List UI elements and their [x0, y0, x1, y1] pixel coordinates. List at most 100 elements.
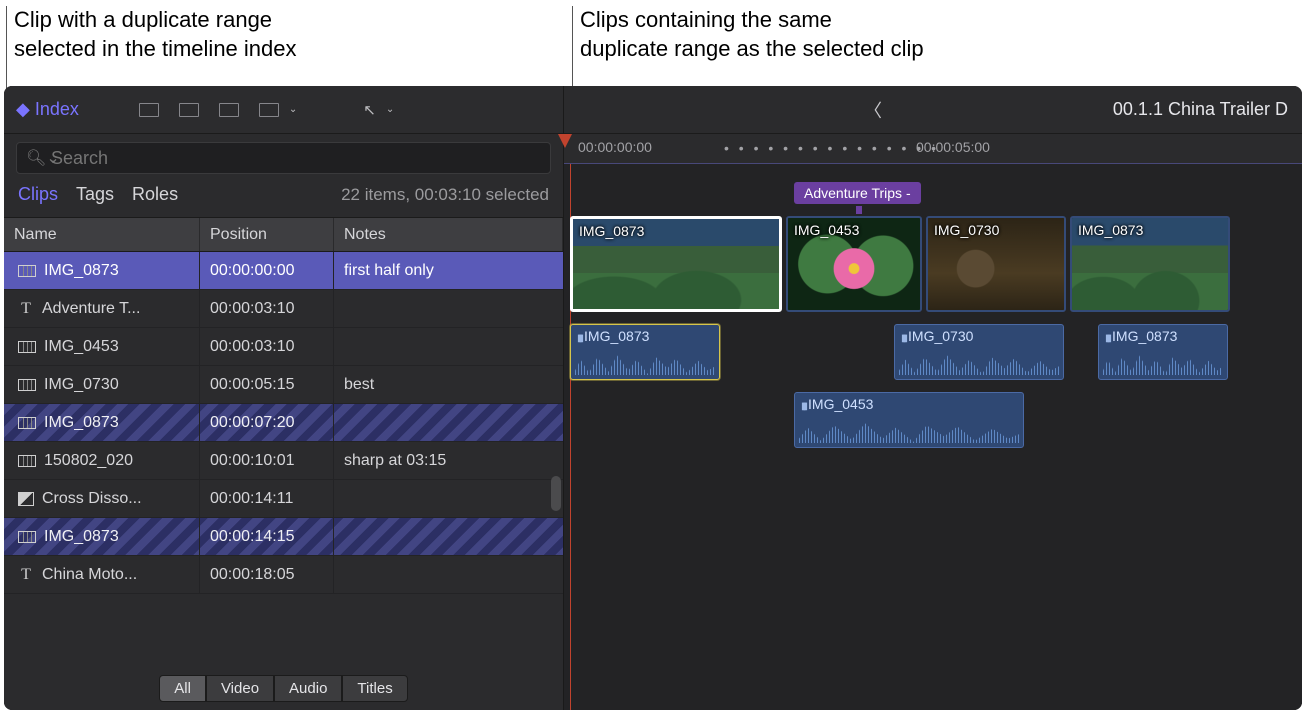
table-row[interactable]: IMG_0730 00:00:05:15 best: [4, 366, 563, 404]
clip-name: IMG_0873: [44, 262, 119, 280]
clip-icon: [18, 265, 36, 277]
clip-label: IMG_0873: [1078, 222, 1143, 238]
table-row[interactable]: IMG_0873 00:00:14:15: [4, 518, 563, 556]
clip-name: IMG_0453: [44, 338, 119, 356]
table-row[interactable]: IMG_0873 00:00:00:00 first half only: [4, 252, 563, 290]
connected-title-clip[interactable]: Adventure Trips -: [794, 182, 921, 204]
audio-clip-label: IMG_0873: [1105, 328, 1177, 344]
table-row[interactable]: T Adventure T... 00:00:03:10: [4, 290, 563, 328]
audio-clip-label: IMG_0873: [577, 328, 649, 344]
clip-position: 00:00:14:11: [210, 490, 293, 508]
select-tool-icon[interactable]: ↖: [363, 101, 376, 119]
timeline-body[interactable]: Adventure Trips - IMG_0873 IMG_0453 IMG_07…: [564, 164, 1302, 710]
clip-notes: best: [344, 376, 374, 394]
tab-roles[interactable]: Roles: [132, 184, 178, 205]
primary-storyline: IMG_0873 IMG_0453 IMG_0730 IMG_0873: [570, 216, 1302, 312]
clip-icon: [18, 531, 36, 543]
table-row[interactable]: T China Moto... 00:00:18:05: [4, 556, 563, 594]
search-input[interactable]: [16, 142, 551, 174]
clip-name: Adventure T...: [42, 300, 140, 318]
filter-audio[interactable]: Audio: [274, 675, 342, 702]
audio-clip[interactable]: IMG_0873: [1098, 324, 1228, 380]
clip-position: 00:00:00:00: [210, 262, 295, 280]
callout-right: Clips containing the same duplicate rang…: [580, 6, 924, 63]
overwrite-clip-icon[interactable]: [259, 103, 279, 117]
chevron-down-icon[interactable]: ⌄: [289, 104, 297, 115]
waveform-icon: [799, 421, 1019, 443]
clip-icon: [18, 341, 36, 353]
audio-clip-label: IMG_0453: [801, 396, 873, 412]
insert-clip-icon[interactable]: [179, 103, 199, 117]
col-name[interactable]: Name: [4, 218, 200, 251]
ruler-tick: 00:00:05:00: [916, 139, 990, 155]
video-clip[interactable]: IMG_0730: [926, 216, 1066, 312]
back-arrow-icon[interactable]: 〈: [864, 97, 882, 123]
waveform-icon: [1103, 353, 1223, 375]
clip-name: IMG_0730: [44, 376, 119, 394]
index-button[interactable]: ◆ Index: [16, 99, 79, 120]
clip-position: 00:00:14:15: [210, 528, 295, 546]
clip-label: IMG_0453: [794, 222, 859, 238]
clip-label: IMG_0873: [579, 223, 644, 239]
clip-position: 00:00:10:01: [210, 452, 295, 470]
index-table-header: Name Position Notes: [4, 218, 563, 252]
app-window: ◆ Index ⌄ ↖ ⌄ 🔍︎⌄ Clips Tags Roles 22 it…: [4, 86, 1302, 710]
tab-tags[interactable]: Tags: [76, 184, 114, 205]
timeline-header: 〈 00.1.1 China Trailer D: [564, 86, 1302, 134]
clip-icon: [18, 455, 36, 467]
audio-clip[interactable]: IMG_0730: [894, 324, 1064, 380]
index-status: 22 items, 00:03:10 selected: [341, 185, 549, 205]
connect-clip-icon[interactable]: [139, 103, 159, 117]
filter-all[interactable]: All: [159, 675, 206, 702]
index-filters: All Video Audio Titles: [4, 667, 563, 710]
title-icon: T: [18, 566, 34, 584]
chevron-down-icon[interactable]: ⌄: [386, 104, 394, 115]
search-icon: 🔍︎⌄: [26, 148, 60, 168]
timeline-panel: 〈 00.1.1 China Trailer D 00:00:00:00 • •…: [564, 86, 1302, 710]
index-toolbar: ◆ Index ⌄ ↖ ⌄: [4, 86, 563, 134]
col-position[interactable]: Position: [200, 218, 334, 251]
audio-clip[interactable]: IMG_0873: [570, 324, 720, 380]
waveform-icon: [575, 353, 715, 375]
table-row[interactable]: IMG_0873 00:00:07:20: [4, 404, 563, 442]
filter-video[interactable]: Video: [206, 675, 274, 702]
scrollbar-thumb[interactable]: [551, 476, 561, 511]
timeline-ruler[interactable]: 00:00:00:00 • • • • • • • • • • • • • • …: [564, 134, 1302, 164]
filter-titles[interactable]: Titles: [342, 675, 407, 702]
clip-position: 00:00:03:10: [210, 338, 295, 356]
video-clip[interactable]: IMG_0873: [1070, 216, 1230, 312]
video-clip[interactable]: IMG_0453: [786, 216, 922, 312]
waveform-icon: [899, 353, 1059, 375]
timeline-title: 00.1.1 China Trailer D: [1113, 99, 1288, 120]
ruler-tick: 00:00:00:00: [578, 139, 652, 155]
col-notes[interactable]: Notes: [334, 218, 563, 251]
video-clip[interactable]: IMG_0873: [570, 216, 782, 312]
callout-left: Clip with a duplicate range selected in …: [14, 6, 297, 63]
title-icon: T: [18, 300, 34, 318]
table-row[interactable]: IMG_0453 00:00:03:10: [4, 328, 563, 366]
clip-position: 00:00:07:20: [210, 414, 295, 432]
tab-clips[interactable]: Clips: [18, 184, 58, 205]
clip-name: China Moto...: [42, 566, 137, 584]
transition-icon: [18, 492, 34, 506]
append-clip-icon[interactable]: [219, 103, 239, 117]
audio-clip-label: IMG_0730: [901, 328, 973, 344]
clip-name: 150802_020: [44, 452, 133, 470]
clip-name: IMG_0873: [44, 528, 119, 546]
ruler-marks: • • • • • • • • • • • • • • •: [724, 140, 939, 156]
clip-name: IMG_0873: [44, 414, 119, 432]
audio-clip[interactable]: IMG_0453: [794, 392, 1024, 448]
clip-name: Cross Disso...: [42, 490, 142, 508]
clip-position: 00:00:03:10: [210, 300, 295, 318]
clip-position: 00:00:18:05: [210, 566, 295, 584]
clip-position: 00:00:05:15: [210, 376, 295, 394]
index-rows: IMG_0873 00:00:00:00 first half only T Adven…: [4, 252, 563, 667]
clip-label: IMG_0730: [934, 222, 999, 238]
table-row[interactable]: Cross Disso... 00:00:14:11: [4, 480, 563, 518]
timeline-index-panel: ◆ Index ⌄ ↖ ⌄ 🔍︎⌄ Clips Tags Roles 22 it…: [4, 86, 564, 710]
clip-icon: [18, 379, 36, 391]
clip-notes: sharp at 03:15: [344, 452, 446, 470]
table-row[interactable]: 150802_020 00:00:10:01 sharp at 03:15: [4, 442, 563, 480]
clip-icon: [18, 417, 36, 429]
clip-notes: first half only: [344, 262, 434, 280]
